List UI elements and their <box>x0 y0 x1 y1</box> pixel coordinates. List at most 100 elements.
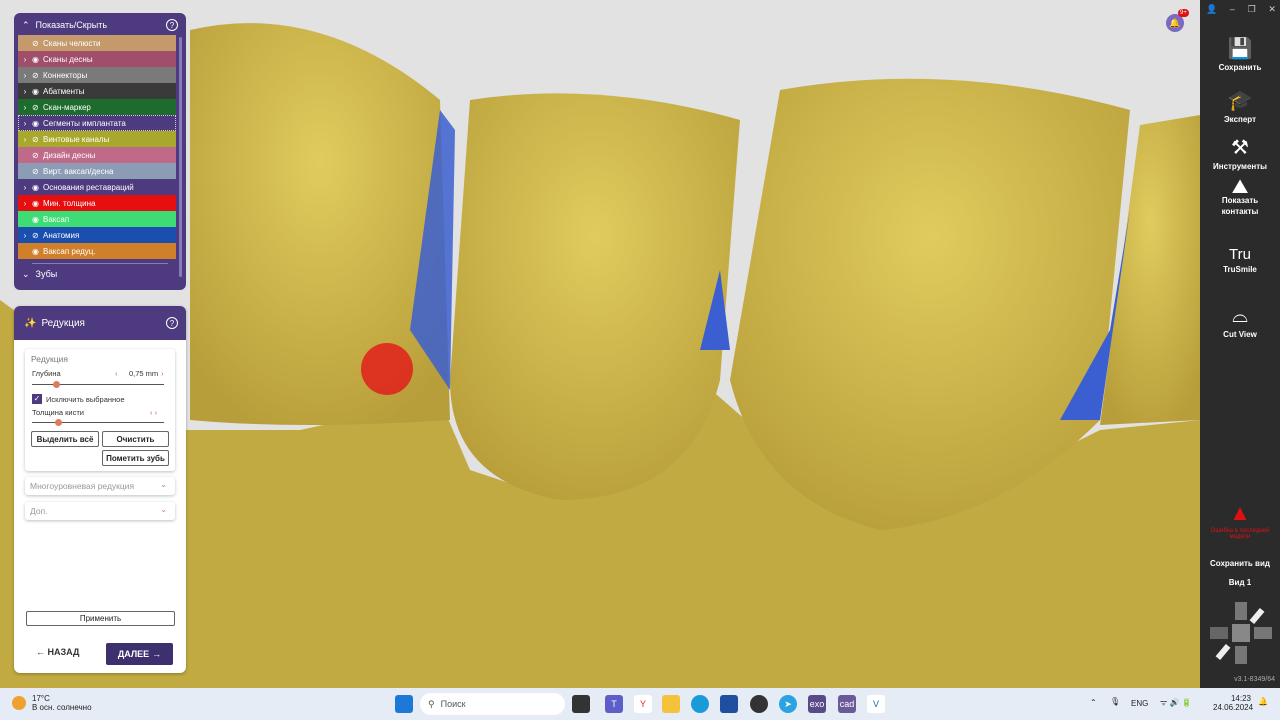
layer-item[interactable]: › ⊘ Скан-маркер <box>18 99 176 115</box>
back-button[interactable]: ← НАЗАД <box>36 647 79 657</box>
eye-off-icon[interactable]: ⊘ <box>32 135 43 144</box>
user-icon[interactable]: 👤 <box>1206 4 1217 15</box>
layer-item[interactable]: › ⊘ Коннекторы <box>18 67 176 83</box>
layer-item[interactable]: › ◉ Сегменты имплантата <box>18 115 176 131</box>
trusmile-button[interactable]: Tru TruSmile <box>1200 246 1280 274</box>
extra-label: Доп. <box>30 506 48 516</box>
slider-knob[interactable] <box>55 419 63 426</box>
view-selector[interactable]: Вид 1 <box>1200 578 1280 587</box>
exclude-checkbox[interactable]: ✓ <box>32 394 42 404</box>
eye-off-icon[interactable]: ⊘ <box>32 39 43 48</box>
layers-header[interactable]: ⌃ Показать/Скрыть? <box>14 15 186 35</box>
chevron-up-icon: ⌃ <box>22 19 30 30</box>
chevron-right-icon[interactable]: › <box>18 231 32 240</box>
explorer-icon[interactable] <box>662 695 680 713</box>
weather-widget[interactable]: 17°C В осн. солнечно <box>12 694 92 712</box>
depth-value[interactable]: 0,75 mm <box>129 369 158 378</box>
close-icon[interactable]: ✕ <box>1268 4 1276 15</box>
chevron-right-icon[interactable]: › <box>18 119 32 128</box>
eye-icon[interactable]: ◉ <box>32 87 43 96</box>
help-icon[interactable]: ? <box>166 19 178 31</box>
eye-off-icon[interactable]: ⊘ <box>32 71 43 80</box>
restore-icon[interactable]: ❐ <box>1248 4 1256 15</box>
depth-slider[interactable] <box>32 381 164 388</box>
windows-start-icon[interactable] <box>395 695 413 713</box>
wifi-volume-battery-icons[interactable]: ᯤ 🔊 🔋 <box>1160 697 1192 708</box>
layer-item[interactable]: › ◉ Абатменты <box>18 83 176 99</box>
eye-off-icon[interactable]: ⊘ <box>32 231 43 240</box>
eye-off-icon[interactable]: ⊘ <box>32 103 43 112</box>
clear-button[interactable]: Очистить <box>102 431 169 447</box>
wrench-hammer-icon: ⚒ <box>1231 137 1249 159</box>
layer-item[interactable]: › ⊘ Анатомия <box>18 227 176 243</box>
search-box[interactable]: ⚲ Поиск <box>420 693 565 715</box>
layer-item[interactable]: ◉ Ваксап <box>18 211 176 227</box>
layer-item[interactable]: ◉ Ваксап редуц. <box>18 243 176 259</box>
eye-icon[interactable]: ◉ <box>32 247 43 256</box>
depth-decrement[interactable]: ‹ <box>115 369 118 378</box>
multilevel-dropdown[interactable]: Многоуровневая редукция ⌄ <box>25 477 175 495</box>
show-contacts-button[interactable]: ⛰ Показать контакты <box>1200 177 1280 217</box>
cut-view-button[interactable]: ⌓ Cut View <box>1200 305 1280 339</box>
task-view-icon[interactable] <box>572 695 590 713</box>
save-button[interactable]: 💾 Сохранить <box>1200 36 1280 72</box>
select-all-button[interactable]: Выделить всё <box>31 431 99 447</box>
minimize-icon[interactable]: – <box>1230 4 1235 15</box>
eye-off-icon[interactable]: ⊘ <box>32 167 43 176</box>
next-button[interactable]: ДАЛЕЕ → <box>106 643 173 665</box>
exocad-active-icon[interactable]: cad <box>838 695 856 713</box>
layer-item[interactable]: ⊘ Сканы челюсти <box>18 35 176 51</box>
store-icon[interactable] <box>720 695 738 713</box>
app-icon[interactable] <box>750 695 768 713</box>
layer-item[interactable]: › ◉ Сканы десны <box>18 51 176 67</box>
scrollbar[interactable] <box>179 37 182 277</box>
expert-button[interactable]: 🎓 Эксперт <box>1200 88 1280 124</box>
weather-temp: 17°C <box>32 694 50 703</box>
layer-item[interactable]: › ◉ Мин. толщина <box>18 195 176 211</box>
chevron-right-icon[interactable]: › <box>18 55 32 64</box>
chevron-right-icon[interactable]: › <box>18 103 32 112</box>
eye-off-icon[interactable]: ⊘ <box>32 151 43 160</box>
extra-dropdown[interactable]: Доп. ⌄ <box>25 502 175 520</box>
teams-icon[interactable]: T <box>605 695 623 713</box>
layer-item[interactable]: ⊘ Дизайн десны <box>18 147 176 163</box>
chevron-right-icon[interactable]: › <box>18 71 32 80</box>
layer-label: Дизайн десны <box>43 150 96 160</box>
notification-icon[interactable]: 🔔 <box>1258 697 1268 706</box>
chevron-up-icon[interactable]: ⌃ <box>1090 698 1097 707</box>
eye-icon[interactable]: ◉ <box>32 199 43 208</box>
microphone-icon[interactable]: 🎙 <box>1110 697 1120 706</box>
layer-item[interactable]: › ◉ Основания реставраций <box>18 179 176 195</box>
exocad-icon[interactable]: exo <box>808 695 826 713</box>
help-icon[interactable]: ? <box>166 317 178 329</box>
yandex-icon[interactable]: Y <box>634 695 652 713</box>
app-icon[interactable]: V <box>867 695 885 713</box>
layer-item[interactable]: ⊘ Вирт. ваксап/десна <box>18 163 176 179</box>
chevron-right-icon[interactable]: › <box>18 135 32 144</box>
brush-slider[interactable] <box>32 419 164 426</box>
save-view-button[interactable]: Сохранить вид <box>1200 559 1280 568</box>
tools-button[interactable]: ⚒ Инструменты <box>1200 135 1280 171</box>
eye-icon[interactable]: ◉ <box>32 215 43 224</box>
telegram-icon[interactable]: ➤ <box>779 695 797 713</box>
mark-teeth-button[interactable]: Пометить зубь <box>102 450 169 466</box>
chevron-right-icon[interactable]: › <box>18 199 32 208</box>
clock[interactable]: 14:23 24.06.2024 <box>1213 694 1253 712</box>
eye-icon[interactable]: ◉ <box>32 119 43 128</box>
view-cube-icon[interactable] <box>1210 602 1272 664</box>
edge-icon[interactable] <box>691 695 709 713</box>
multilevel-label: Многоуровневая редукция <box>30 481 135 491</box>
brush-arrows[interactable]: ‹ › <box>150 408 157 417</box>
apply-button[interactable]: Применить <box>26 611 175 626</box>
eye-icon[interactable]: ◉ <box>32 183 43 192</box>
warning[interactable]: ▲ Ошибка в последней модели <box>1200 500 1280 540</box>
chevron-right-icon[interactable]: › <box>18 87 32 96</box>
layer-item[interactable]: › ⊘ Винтовые каналы <box>18 131 176 147</box>
eye-icon[interactable]: ◉ <box>32 55 43 64</box>
language-indicator[interactable]: ENG <box>1131 699 1148 708</box>
tool-label: Инструменты <box>1212 162 1268 171</box>
depth-increment[interactable]: › <box>161 369 164 378</box>
chevron-right-icon[interactable]: › <box>18 183 32 192</box>
teeth-section[interactable]: ⌄ Зубы <box>14 264 186 284</box>
slider-knob[interactable] <box>52 381 60 388</box>
